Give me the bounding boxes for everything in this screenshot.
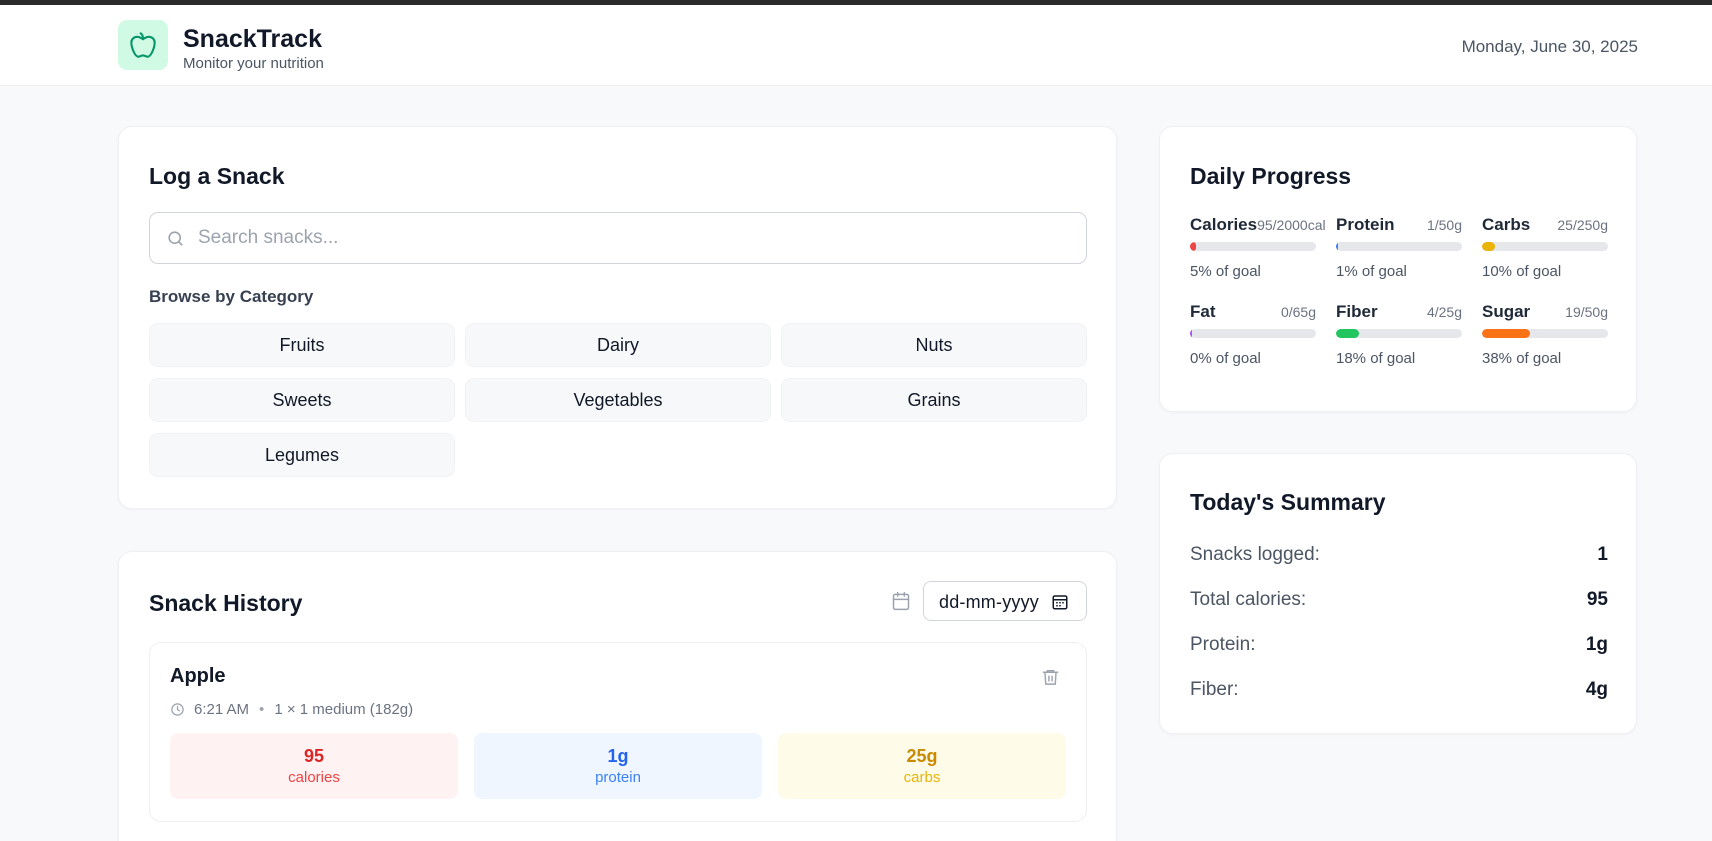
calendar-icon [892,591,910,611]
category-button-nuts[interactable]: Nuts [781,323,1087,367]
category-button-grains[interactable]: Grains [781,378,1087,422]
daily-progress-title: Daily Progress [1190,163,1352,189]
summary-row: Total calories: 95 [1190,589,1608,611]
progress-percent: 0% of goal [1190,350,1261,367]
app-header: SnackTrack Monitor your nutrition Monday… [0,5,1712,86]
snack-entry-time: 6:21 AM [194,701,250,718]
date-input-placeholder: dd-mm-yyyy [939,592,1039,612]
progress-carbs: Carbs 25/250g 10% of goal [1482,215,1608,280]
log-snack-title: Log a Snack [149,163,285,189]
search-box[interactable] [149,212,1087,264]
progress-protein: Protein 1/50g 1% of goal [1336,215,1462,280]
snack-entry-name: Apple [170,665,226,687]
summary-value: 95 [1586,589,1608,610]
progress-value: 4/25g [1426,304,1462,320]
category-button-dairy[interactable]: Dairy [465,323,771,367]
current-date: Monday, June 30, 2025 [1461,37,1638,56]
progress-value: 1/50g [1426,217,1462,233]
calories-value: 95 [303,746,325,766]
progress-value: 19/50g [1565,304,1608,320]
progress-bar [1482,242,1608,251]
history-date-input[interactable]: dd-mm-yyyy [923,581,1087,621]
search-icon [168,231,183,246]
progress-name: Protein [1336,215,1395,234]
summary-row: Snacks logged: 1 [1190,544,1608,566]
progress-name: Fat [1190,302,1216,321]
carbs-tile: 25g carbs [778,733,1066,799]
daily-progress-card: Daily Progress Calories 95/2000cal 5% of … [1159,126,1637,412]
summary-label: Protein: [1190,634,1256,655]
calories-tile: 95 calories [170,733,458,799]
log-snack-card: Log a Snack Browse by Category Fruits Da… [118,126,1117,509]
clock-icon [171,703,184,716]
progress-name: Carbs [1482,215,1531,234]
progress-bar-fill [1336,242,1338,251]
category-button-fruits[interactable]: Fruits [149,323,455,367]
meta-separator: • [259,701,265,718]
progress-bar [1336,242,1462,251]
summary-label: Fiber: [1190,679,1239,700]
progress-value: 0/65g [1280,304,1316,320]
progress-name: Calories [1190,215,1258,234]
protein-value: 1g [607,746,629,766]
progress-bar [1190,329,1316,338]
app-name: SnackTrack [183,25,322,53]
progress-bar-fill [1190,242,1197,251]
progress-bar [1482,329,1608,338]
snack-entry-portion: 1 × 1 medium (182g) [274,701,414,718]
progress-fat: Fat 0/65g 0% of goal [1190,302,1316,367]
category-button-sweets[interactable]: Sweets [149,378,455,422]
progress-bar-fill [1190,329,1192,338]
progress-bar-fill [1482,242,1495,251]
progress-percent: 38% of goal [1482,350,1562,367]
progress-bar-fill [1482,329,1530,338]
progress-bar [1190,242,1316,251]
carbs-label: carbs [903,769,941,786]
progress-grid: Calories 95/2000cal 5% of goal Protein 1/5… [1190,215,1608,367]
progress-value: 95/2000cal [1257,217,1326,233]
progress-calories: Calories 95/2000cal 5% of goal [1190,215,1326,280]
progress-percent: 5% of goal [1190,263,1261,280]
progress-sugar: Sugar 19/50g 38% of goal [1482,302,1608,367]
search-input[interactable] [198,213,1078,263]
carbs-value: 25g [906,746,938,766]
progress-bar [1336,329,1462,338]
summary-row: Fiber: 4g [1190,679,1608,701]
summary-value: 1g [1585,634,1608,655]
app-subtitle: Monitor your nutrition [183,55,324,72]
category-button-legumes[interactable]: Legumes [149,433,455,477]
protein-label: protein [595,769,641,786]
progress-fiber: Fiber 4/25g 18% of goal [1336,302,1462,367]
category-button-vegetables[interactable]: Vegetables [465,378,771,422]
category-grid: Fruits Dairy Nuts Sweets Vegetables Grai… [149,323,1087,477]
snack-entry: Apple 6:21 AM • 1 × 1 medium (182g) 95 c… [149,642,1087,822]
progress-bar-fill [1336,329,1359,338]
trash-icon[interactable] [1041,667,1060,687]
summary-label: Total calories: [1190,589,1307,610]
logo [118,20,168,70]
calories-label: calories [288,769,340,786]
snack-entry-meta: 6:21 AM • 1 × 1 medium (182g) [170,701,413,718]
progress-percent: 10% of goal [1482,263,1562,280]
snack-history-title: Snack History [149,590,303,616]
protein-tile: 1g protein [474,733,762,799]
snack-history-card: Snack History dd-mm-yyyy Apple 6:21 AM •… [118,551,1117,841]
summary-title: Today's Summary [1190,489,1386,515]
summary-row: Protein: 1g [1190,634,1608,656]
summary-value: 1 [1597,544,1608,565]
browse-category-label: Browse by Category [149,287,314,306]
calendar-picker-icon[interactable] [1051,593,1069,611]
summary-value: 4g [1585,679,1608,700]
progress-percent: 1% of goal [1336,263,1407,280]
progress-name: Fiber [1336,302,1378,321]
summary-label: Snacks logged: [1190,544,1320,565]
apple-icon [130,32,156,58]
progress-value: 25/250g [1557,217,1608,233]
progress-name: Sugar [1482,302,1531,321]
summary-card: Today's Summary Snacks logged: 1 Total ca… [1159,453,1637,734]
progress-percent: 18% of goal [1336,350,1416,367]
